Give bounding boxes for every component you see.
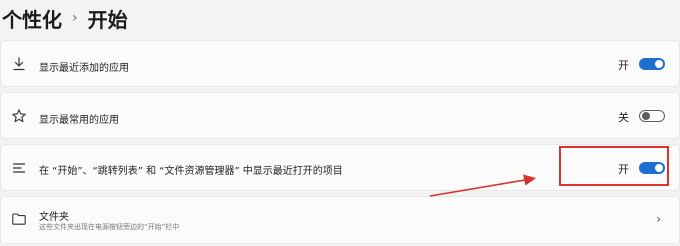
annotation-arrow-line: [429, 179, 526, 197]
annotation-arrow: [429, 174, 536, 197]
annotation-arrow-head: [523, 174, 536, 186]
